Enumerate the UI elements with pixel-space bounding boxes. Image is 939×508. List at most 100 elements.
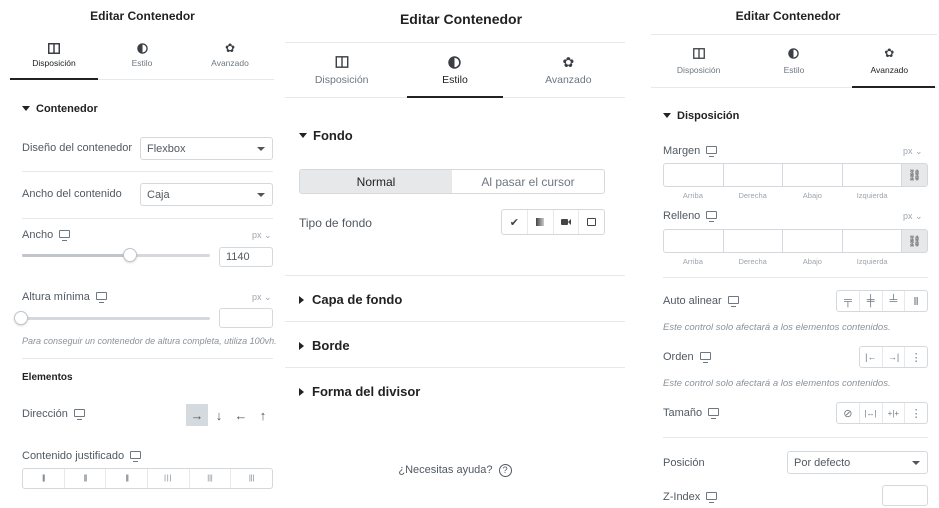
half-circle-icon: [448, 56, 462, 69]
justify-space-around-button[interactable]: |||: [188, 469, 231, 488]
link-icon[interactable]: ⛓: [901, 230, 927, 252]
background-type-label: Tipo de fondo: [299, 216, 372, 230]
section-toggle-border[interactable]: Borde: [299, 338, 350, 353]
video-icon[interactable]: [552, 210, 579, 234]
caret-down-icon: [22, 105, 30, 111]
tab-style[interactable]: Estilo #p2 .tab.active::after{left:9px;r…: [398, 52, 511, 98]
gear-icon: ✿: [884, 46, 895, 60]
order-first-button[interactable]: |←: [860, 347, 882, 367]
justify-space-evenly-button[interactable]: |||: [230, 469, 272, 488]
section-toggle-background-overlay[interactable]: Capa de fondo: [299, 292, 402, 307]
size-custom-button[interactable]: ⋮: [904, 403, 927, 423]
divider: [22, 358, 273, 359]
align-center-button[interactable]: ╪: [858, 291, 882, 311]
width-unit[interactable]: px ⌄: [252, 230, 272, 241]
tab-layout[interactable]: Disposición: [285, 52, 398, 97]
order-last-button[interactable]: →|: [881, 347, 905, 367]
caret-down-icon: [663, 112, 671, 118]
section-title: Contenedor: [36, 103, 98, 115]
tab-label: Estilo: [442, 74, 468, 86]
section-title: Forma del divisor: [312, 384, 421, 399]
section-title: Fondo: [313, 128, 353, 143]
state-toggle: Normal Al pasar el cursor: [299, 169, 605, 194]
state-hover-tab[interactable]: Al pasar el cursor: [452, 170, 604, 193]
tab-bar: Disposición #p1 .tab.active::after{left:…: [10, 40, 274, 80]
position-label: Posición: [663, 457, 705, 469]
tab-layout[interactable]: Disposición: [651, 44, 746, 87]
margin-right-input[interactable]: [722, 164, 783, 186]
section-toggle-layout[interactable]: Disposición: [663, 110, 739, 122]
help-link[interactable]: ¿Necesitas ayuda? ?: [285, 464, 625, 477]
tab-label: Avanzado: [211, 58, 249, 68]
margin-label-text: Margen: [663, 145, 701, 157]
tab-bar: Disposición Estilo #p2 .tab.active::afte…: [285, 52, 625, 98]
section-toggle-background[interactable]: Fondo: [299, 128, 353, 143]
min-height-input[interactable]: [219, 308, 273, 328]
padding-unit[interactable]: px ⌄: [903, 211, 923, 222]
min-height-label-text: Altura mínima: [22, 291, 90, 303]
min-height-slider-handle[interactable]: [14, 311, 28, 325]
justify-space-between-button[interactable]: |||: [147, 469, 189, 488]
padding-label-text: Relleno: [663, 210, 701, 222]
monitor-icon: [727, 296, 739, 308]
min-height-unit[interactable]: px ⌄: [252, 292, 272, 303]
tab-style[interactable]: Estilo: [98, 40, 186, 79]
size-grow-button[interactable]: |↔|: [858, 403, 882, 423]
link-icon[interactable]: ⛓: [901, 164, 927, 186]
margin-left-input[interactable]: [841, 164, 902, 186]
min-height-slider-track[interactable]: [22, 317, 210, 320]
margin-bottom-input[interactable]: [782, 164, 842, 186]
margin-top-input[interactable]: [664, 164, 723, 186]
section-toggle-shape-divider[interactable]: Forma del divisor: [299, 384, 420, 399]
panel-title: Editar Contenedor: [399, 11, 523, 27]
direction-row-button[interactable]: →: [186, 404, 208, 426]
align-self-label-text: Auto alinear: [663, 295, 722, 307]
size-label: Tamaño: [663, 407, 720, 420]
monitor-icon: [73, 409, 85, 421]
align-stretch-button[interactable]: Ⅱ: [904, 291, 927, 311]
padding-bottom-input[interactable]: [782, 230, 842, 252]
direction-column-button[interactable]: ↓: [208, 404, 230, 426]
order-label: Orden: [663, 351, 711, 364]
tab-advanced[interactable]: ✿ Avanzado: [512, 52, 625, 97]
editor-panel-advanced: Editar Contenedor Disposición Estilo ✿ A…: [637, 0, 939, 508]
direction-column-reverse-button[interactable]: ↑: [252, 404, 274, 426]
dimension-label: Arriba: [682, 191, 703, 200]
width-input[interactable]: 1140: [219, 247, 273, 267]
align-end-button[interactable]: ╧: [881, 291, 905, 311]
tab-advanced[interactable]: ✿ Avanzado #p3 .tab.active::after{left:1…: [842, 44, 937, 88]
order-custom-button[interactable]: ⋮: [904, 347, 927, 367]
padding-left-input[interactable]: [841, 230, 902, 252]
state-normal-tab[interactable]: Normal: [300, 170, 452, 193]
margin-unit[interactable]: px ⌄: [903, 146, 923, 157]
size-shrink-button[interactable]: +|+: [881, 403, 905, 423]
width-slider-handle[interactable]: [123, 248, 137, 262]
padding-right-input[interactable]: [722, 230, 783, 252]
divider: [22, 171, 273, 172]
divider: [285, 275, 625, 276]
gradient-icon[interactable]: [526, 210, 553, 234]
position-select[interactable]: Por defecto: [787, 451, 928, 474]
container-layout-select[interactable]: Flexbox: [140, 137, 273, 160]
justify-start-button[interactable]: |||: [23, 469, 64, 488]
dimension-label: Abajo: [802, 191, 822, 200]
slideshow-icon[interactable]: [578, 210, 604, 234]
padding-top-input[interactable]: [664, 230, 723, 252]
size-none-button[interactable]: ⊘: [837, 403, 859, 423]
tab-label: Estilo: [783, 65, 805, 75]
monitor-icon: [706, 211, 718, 223]
direction-row-reverse-button[interactable]: ←: [230, 404, 252, 426]
brush-icon[interactable]: ✔: [502, 210, 527, 234]
justify-center-button[interactable]: |||: [63, 469, 106, 488]
dimension-label: Izquierda: [856, 257, 888, 266]
content-width-select[interactable]: Caja: [140, 183, 273, 206]
zindex-input[interactable]: [882, 485, 928, 506]
margin-label: Margen: [663, 145, 718, 158]
section-toggle-container[interactable]: Contenedor: [22, 103, 98, 115]
tab-layout[interactable]: Disposición #p1 .tab.active::after{left:…: [10, 40, 98, 80]
justify-end-button[interactable]: |||: [105, 469, 147, 488]
tab-style[interactable]: Estilo: [746, 44, 841, 87]
direction-label-text: Dirección: [22, 408, 68, 420]
tab-advanced[interactable]: ✿ Avanzado: [186, 40, 274, 79]
align-start-button[interactable]: ╤: [837, 291, 859, 311]
